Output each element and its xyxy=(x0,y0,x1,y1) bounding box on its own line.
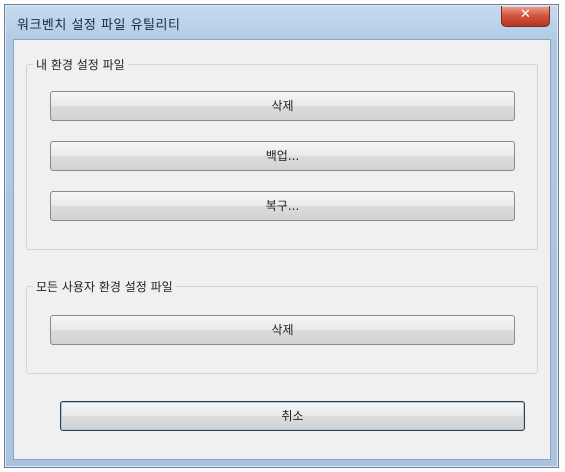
my-settings-group-label: 내 환경 설정 파일 xyxy=(33,56,128,73)
title-bar[interactable]: 워크벤치 설정 파일 유틸리티 ✕ xyxy=(5,5,558,39)
dialog-body: 내 환경 설정 파일 삭제 백업... 복구... 모든 사용자 환경 설정 파… xyxy=(13,39,551,460)
dialog-window: 워크벤치 설정 파일 유틸리티 ✕ 내 환경 설정 파일 삭제 백업... 복구… xyxy=(4,4,559,468)
all-users-group: 모든 사용자 환경 설정 파일 삭제 xyxy=(26,278,538,374)
window-title: 워크벤치 설정 파일 유틸리티 xyxy=(17,18,181,33)
my-settings-delete-button[interactable]: 삭제 xyxy=(50,91,515,121)
all-users-group-label: 모든 사용자 환경 설정 파일 xyxy=(33,278,176,295)
my-settings-restore-button[interactable]: 복구... xyxy=(50,191,515,221)
close-button[interactable]: ✕ xyxy=(501,6,550,27)
cancel-button[interactable]: 취소 xyxy=(60,401,525,431)
all-users-delete-button[interactable]: 삭제 xyxy=(50,315,515,345)
my-settings-backup-button[interactable]: 백업... xyxy=(50,141,515,171)
my-settings-group: 내 환경 설정 파일 삭제 백업... 복구... xyxy=(26,56,538,250)
close-icon: ✕ xyxy=(520,7,531,22)
